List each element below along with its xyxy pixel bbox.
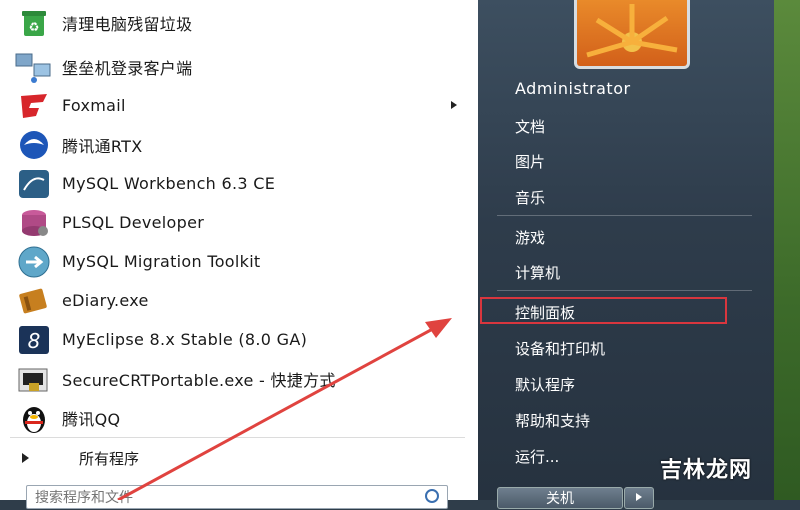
watermark: 吉林龙网: [660, 452, 752, 484]
annotation-arrow: [117, 318, 452, 500]
watermark-text: 吉林龙网: [660, 458, 753, 483]
